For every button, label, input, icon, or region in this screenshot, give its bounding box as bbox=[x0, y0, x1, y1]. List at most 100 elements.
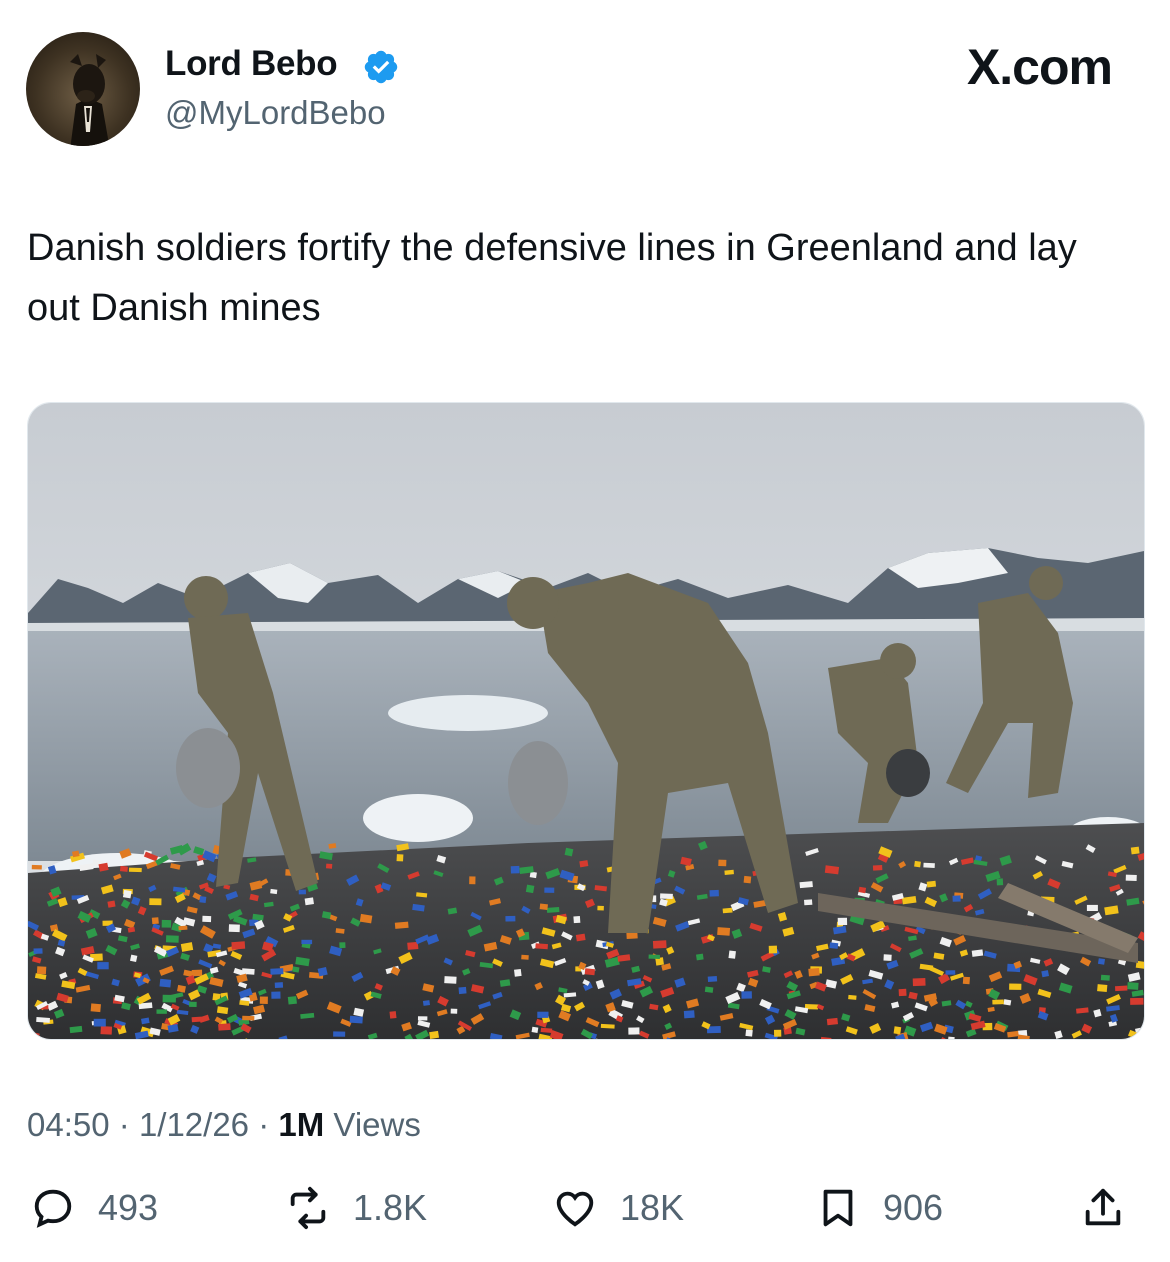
user-handle[interactable]: @MyLordBebo bbox=[165, 94, 386, 132]
bookmark-icon bbox=[823, 1189, 853, 1227]
toy-brick bbox=[883, 954, 892, 961]
toy-brick bbox=[274, 982, 284, 988]
action-bar: 493 1.8K 18K 906 bbox=[0, 1180, 1170, 1240]
toy-brick bbox=[36, 1017, 50, 1023]
bookmark-count: 906 bbox=[883, 1187, 944, 1228]
toy-brick bbox=[718, 859, 727, 867]
toy-brick bbox=[458, 986, 467, 995]
toy-brick bbox=[339, 942, 346, 949]
share-button[interactable] bbox=[1080, 1180, 1126, 1236]
toy-brick bbox=[893, 1026, 902, 1035]
toy-brick bbox=[573, 916, 581, 924]
toy-brick bbox=[829, 942, 839, 949]
toy-brick bbox=[597, 905, 604, 911]
toy-brick bbox=[652, 940, 667, 949]
toy-brick bbox=[743, 875, 752, 884]
toy-brick bbox=[389, 1011, 397, 1019]
retweet-count: 1.8K bbox=[353, 1187, 428, 1228]
photo-soldiers-beach bbox=[28, 403, 1144, 1039]
share-icon bbox=[1085, 1188, 1121, 1226]
toy-brick bbox=[848, 994, 857, 1000]
toy-brick bbox=[128, 867, 142, 873]
toy-brick bbox=[872, 865, 883, 871]
display-name[interactable]: Lord Bebo bbox=[165, 44, 338, 84]
toy-brick bbox=[728, 950, 736, 959]
tweet-date[interactable]: 1/12/26 bbox=[139, 1106, 249, 1143]
toy-brick bbox=[912, 978, 926, 987]
toy-brick bbox=[161, 919, 172, 928]
toy-brick bbox=[270, 888, 278, 895]
toy-brick bbox=[914, 860, 921, 868]
toy-brick bbox=[444, 976, 457, 984]
toy-brick bbox=[394, 921, 409, 929]
toy-brick bbox=[660, 893, 673, 900]
toy-brick bbox=[122, 889, 132, 899]
toy-brick bbox=[231, 941, 246, 950]
toy-brick bbox=[923, 862, 935, 868]
toy-brick bbox=[1097, 984, 1108, 993]
toy-brick bbox=[199, 896, 207, 904]
toy-brick bbox=[525, 884, 535, 894]
toy-brick bbox=[579, 860, 589, 868]
toy-brick bbox=[535, 943, 548, 950]
toy-brick bbox=[349, 1015, 363, 1024]
toy-brick bbox=[1100, 974, 1110, 981]
toy-brick bbox=[808, 967, 820, 977]
avatar[interactable] bbox=[26, 32, 140, 146]
heart-icon bbox=[556, 1191, 594, 1227]
toy-brick bbox=[129, 954, 138, 963]
retweet-button[interactable]: 1.8K bbox=[285, 1180, 427, 1236]
toy-brick bbox=[417, 1016, 428, 1021]
toy-brick bbox=[600, 1023, 615, 1029]
toy-brick bbox=[804, 899, 813, 906]
toy-brick bbox=[271, 991, 281, 999]
toy-brick bbox=[695, 953, 704, 961]
toy-brick bbox=[683, 1010, 695, 1019]
toy-brick bbox=[544, 887, 555, 893]
toy-brick bbox=[1009, 983, 1022, 990]
toy-brick bbox=[97, 962, 109, 970]
toy-brick bbox=[165, 935, 179, 943]
retweet-icon bbox=[290, 1186, 326, 1230]
tweet-media-image[interactable] bbox=[27, 402, 1145, 1040]
toy-brick bbox=[1130, 997, 1144, 1005]
toy-brick bbox=[156, 1009, 167, 1014]
toy-brick bbox=[298, 889, 306, 895]
like-button[interactable]: 18K bbox=[552, 1180, 684, 1236]
bookmark-button[interactable]: 906 bbox=[815, 1180, 943, 1236]
toy-brick bbox=[722, 907, 733, 914]
toy-brick bbox=[1130, 846, 1140, 855]
toy-brick bbox=[325, 863, 333, 869]
source-watermark: X.com bbox=[966, 39, 1113, 95]
toy-brick bbox=[514, 968, 522, 977]
toy-brick bbox=[505, 915, 516, 922]
toy-brick bbox=[575, 933, 586, 942]
toy-brick bbox=[539, 903, 548, 910]
views-label: Views bbox=[333, 1106, 421, 1143]
toy-brick bbox=[228, 924, 240, 933]
toy-brick bbox=[926, 880, 937, 888]
toy-brick bbox=[537, 1011, 549, 1018]
tweet-time[interactable]: 04:50 bbox=[27, 1106, 110, 1143]
toy-brick bbox=[1114, 985, 1128, 992]
toy-brick bbox=[1041, 970, 1050, 978]
toy-brick bbox=[178, 925, 188, 931]
meta-separator: · bbox=[258, 1106, 270, 1143]
toy-brick bbox=[333, 1031, 346, 1037]
reply-icon bbox=[34, 1189, 72, 1228]
toy-brick bbox=[521, 954, 529, 960]
toy-brick bbox=[1127, 982, 1139, 990]
toy-brick bbox=[745, 1029, 753, 1037]
toy-brick bbox=[704, 986, 714, 993]
like-count: 18K bbox=[620, 1187, 685, 1228]
toy-brick bbox=[119, 865, 128, 872]
dog-portrait-icon bbox=[70, 54, 110, 146]
reply-button[interactable]: 493 bbox=[30, 1180, 158, 1236]
toy-brick bbox=[628, 1027, 640, 1035]
meta-separator: · bbox=[118, 1106, 130, 1143]
toy-brick bbox=[1097, 958, 1106, 965]
toy-brick bbox=[648, 954, 660, 959]
toy-brick bbox=[1125, 874, 1137, 881]
toy-brick bbox=[826, 1017, 839, 1026]
toy-brick bbox=[1086, 904, 1098, 911]
